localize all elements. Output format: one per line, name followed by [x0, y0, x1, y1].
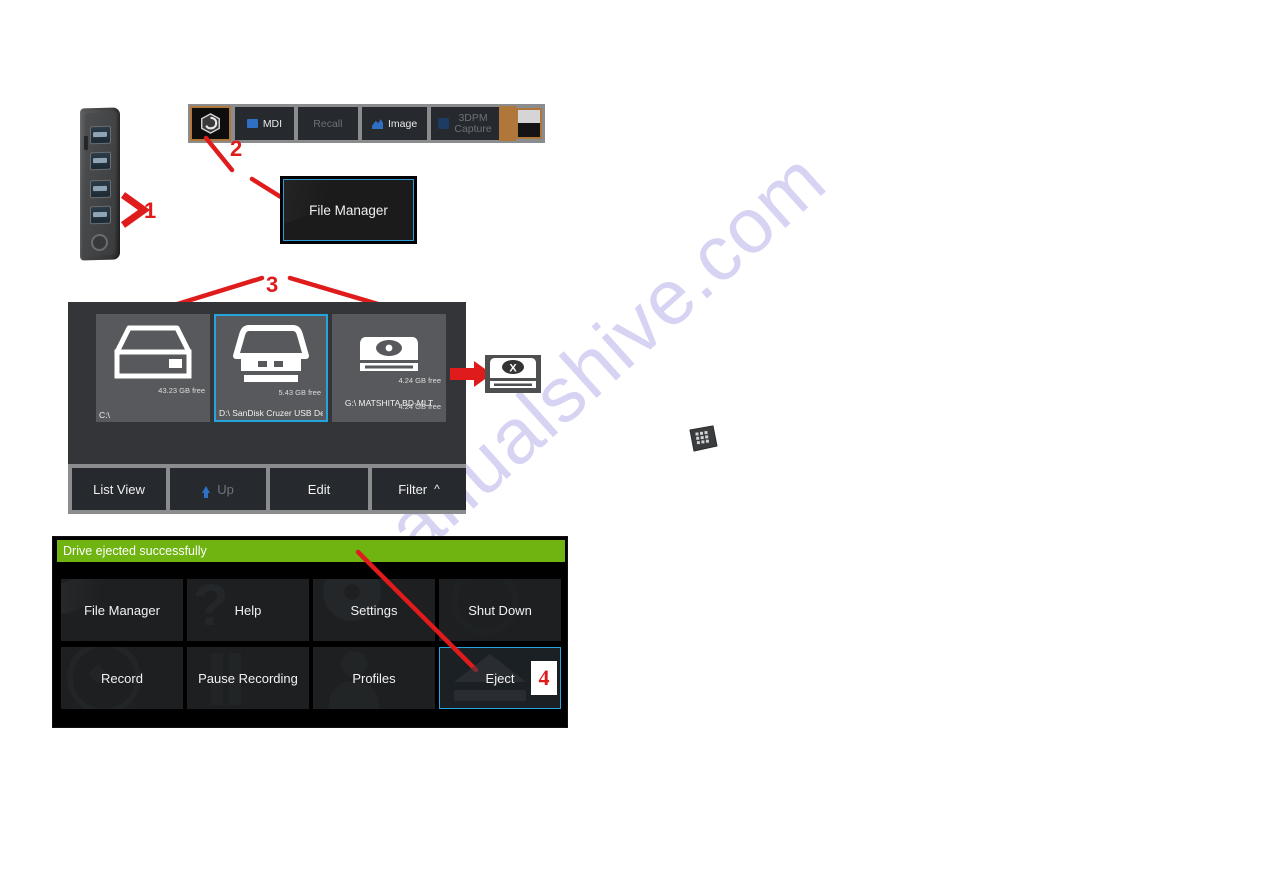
- drive-free-space: 5.43 GB free: [278, 388, 321, 397]
- status-banner-text: Drive ejected successfully: [63, 544, 207, 558]
- device-slot: [84, 135, 88, 151]
- drive-tile[interactable]: 4.24 GB free G:\ MATSHITA BD-MLT 4.24 GB…: [332, 314, 446, 422]
- up-arrow-icon: [202, 485, 211, 498]
- keypad-icon: [686, 422, 720, 454]
- drive-tile[interactable]: 43.23 GB free C:\: [96, 314, 210, 422]
- up-button[interactable]: Up: [170, 468, 266, 510]
- callout-number-2: 2: [230, 136, 243, 161]
- drive-tile[interactable]: 5.43 GB free D:\ SanDisk Cruzer USB Devi…: [214, 314, 328, 422]
- list-view-button[interactable]: List View: [72, 468, 166, 510]
- mdi-icon: [246, 119, 258, 128]
- 3dpm-icon: [438, 118, 450, 129]
- edit-button[interactable]: Edit: [270, 468, 368, 510]
- usb-removable-drive-icon: [216, 324, 326, 390]
- svg-text:X: X: [509, 363, 517, 375]
- menu-tile-label: Pause Recording: [198, 670, 298, 686]
- file-manager-tile-inner: File Manager: [283, 179, 414, 241]
- drive-name: D:\ SanDisk Cruzer USB Devi...: [219, 408, 323, 418]
- toolbar-accent-strip: [498, 106, 516, 141]
- usb-port-icon: [90, 179, 111, 199]
- menu-tile-label: Profiles: [352, 670, 396, 686]
- usb-port-icon: [90, 125, 111, 145]
- toolbar-button-mdi-label: MDI: [262, 117, 283, 130]
- menu-tile-label: Shut Down: [468, 602, 532, 618]
- up-button-label: Up: [217, 481, 234, 497]
- toolbar-button-3dpm-label-line1: 3DPM: [458, 111, 488, 124]
- toolbar-button-image-label: Image: [388, 117, 418, 130]
- callout-number-4: 4: [531, 661, 557, 695]
- menu-tile-help[interactable]: ? Help: [187, 579, 309, 641]
- file-manager-tile-label: File Manager: [309, 202, 388, 218]
- menu-tile-file-manager[interactable]: File Manager: [61, 579, 183, 641]
- menu-tile-label: Record: [101, 670, 143, 686]
- drive-free-space-secondary: 4.24 GB free: [398, 402, 441, 411]
- callout-number-3: 3: [266, 272, 279, 297]
- toolbar-button-recall-label: Recall: [313, 117, 343, 130]
- menu-tile-label: File Manager: [84, 602, 160, 618]
- menu-tile-label: Eject: [485, 670, 515, 686]
- menu-tile-label: Settings: [350, 602, 398, 618]
- callout-number-1: 1: [144, 198, 157, 223]
- screen-toggle-icon[interactable]: [515, 108, 542, 139]
- menu-tile-pause-recording[interactable]: Pause Recording: [187, 647, 309, 709]
- image-icon: [372, 119, 384, 129]
- list-view-button-label: List View: [93, 481, 145, 497]
- optical-disc-drive-icon: [332, 334, 446, 382]
- question-mark-icon: ?: [193, 579, 229, 638]
- toolbar-button-image[interactable]: Image: [362, 107, 428, 140]
- drive-tile-list: 43.23 GB free C:\ 5.43 GB free D:\ SanDi…: [96, 314, 446, 422]
- usb-port-icon: [90, 205, 111, 225]
- drive-free-space: 4.24 GB free: [398, 376, 441, 385]
- toolbar-button-3dpm-capture[interactable]: 3DPM Capture: [431, 107, 499, 140]
- file-manager-button-bar: List View Up Edit Filter ^: [68, 464, 466, 514]
- menu-tile-record[interactable]: Record: [61, 647, 183, 709]
- drive-name: C:\: [99, 410, 110, 420]
- chevron-up-icon: ^: [434, 482, 440, 496]
- drive-free-space: 43.23 GB free: [158, 386, 205, 395]
- filter-button[interactable]: Filter ^: [372, 468, 466, 510]
- filter-button-label: Filter: [398, 481, 428, 497]
- file-manager-drives-panel: 43.23 GB free C:\ 5.43 GB free D:\ SanDi…: [68, 302, 466, 514]
- file-manager-tile[interactable]: File Manager: [280, 176, 417, 244]
- eject-disc-x-icon: X: [485, 355, 541, 393]
- usb-port-icon: [90, 151, 111, 171]
- hard-drive-icon: [96, 322, 210, 384]
- menu-tile-label: Help: [234, 602, 262, 618]
- siemens-hmi-logo-icon: [200, 113, 221, 134]
- toolbar-button-3dpm-label-line2: Capture: [454, 122, 492, 135]
- callout-number-4-text: 4: [538, 665, 550, 690]
- edit-button-label: Edit: [307, 481, 331, 497]
- eject-icon: [454, 690, 526, 701]
- controller-side-ports-image: [80, 107, 122, 261]
